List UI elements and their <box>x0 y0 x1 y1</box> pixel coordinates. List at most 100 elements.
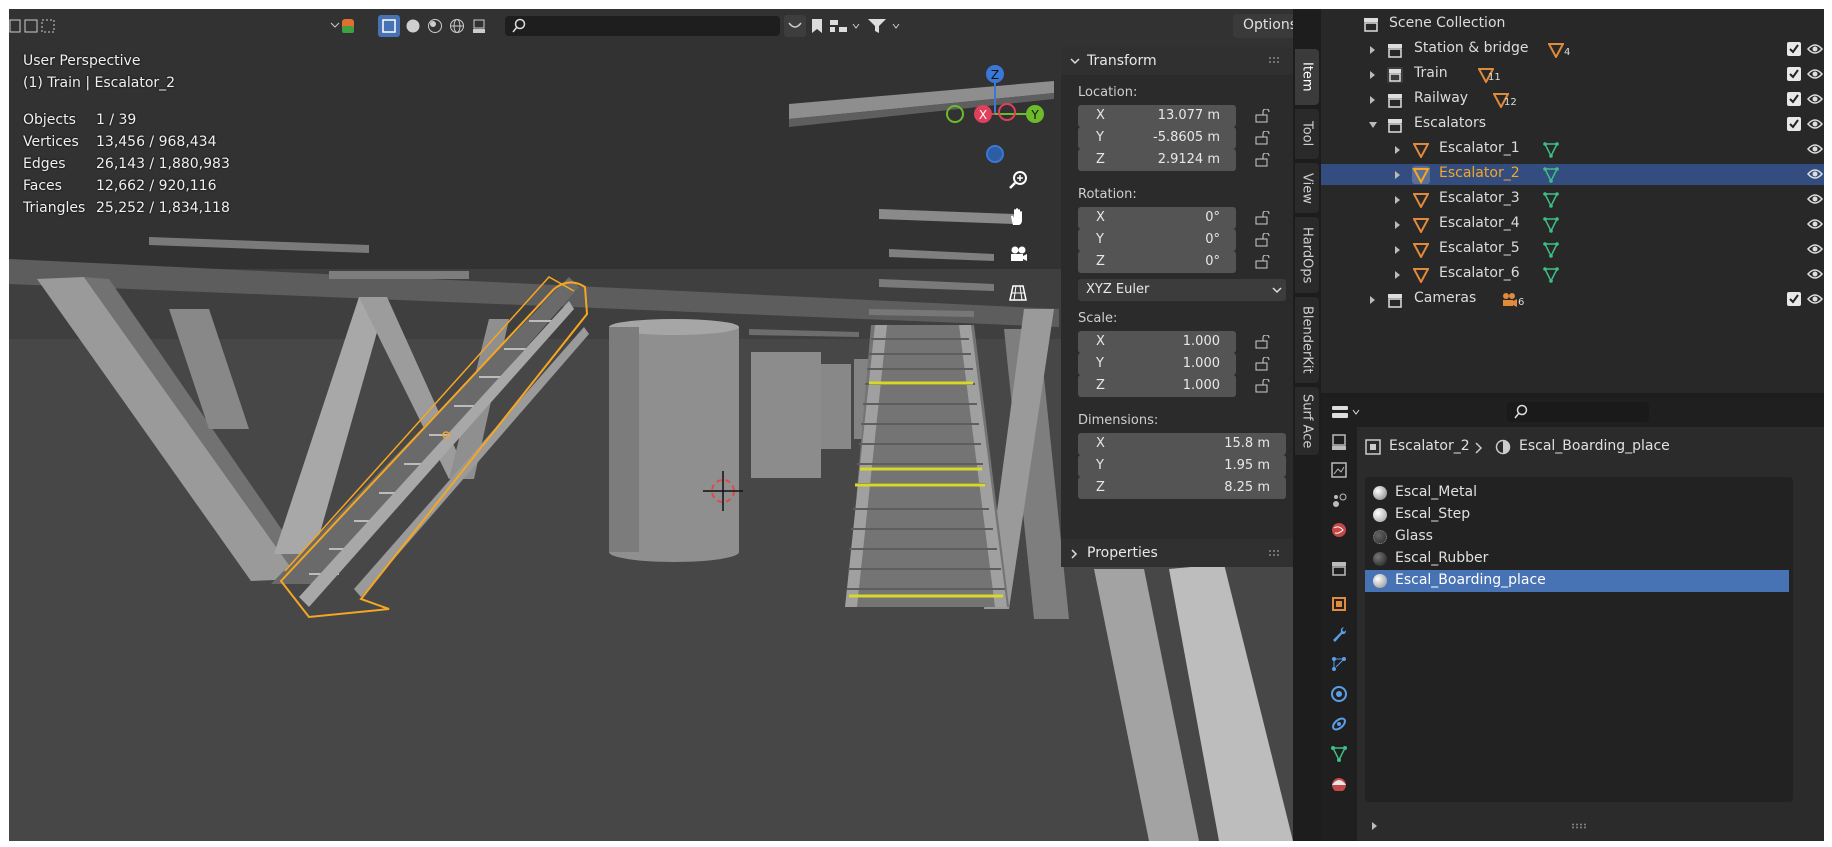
shading-material-icon[interactable] <box>425 15 445 37</box>
expand-arrow-icon[interactable] <box>1371 821 1379 831</box>
filter-toggle-icon[interactable] <box>784 15 806 37</box>
eye-icon[interactable] <box>1807 267 1823 281</box>
eye-icon[interactable] <box>1807 167 1823 181</box>
filter-funnel-icon[interactable] <box>867 15 903 37</box>
editor-type-icon[interactable] <box>1331 404 1361 420</box>
dimensions-y-field[interactable]: Y 1.95 m <box>1078 455 1286 477</box>
select-mode-icons[interactable] <box>9 15 55 37</box>
outliner-row-cameras[interactable]: Cameras 6 <box>1321 289 1824 310</box>
material-slot-item[interactable]: Escal_Step <box>1365 504 1789 526</box>
expand-arrow-icon[interactable] <box>1394 220 1402 230</box>
lock-icon[interactable] <box>1255 211 1271 225</box>
material-slot-item-active[interactable]: Escal_Boarding_place <box>1365 570 1789 592</box>
outliner-row-escalator-1[interactable]: Escalator_1 <box>1321 139 1824 160</box>
tab-view[interactable]: View <box>1295 163 1319 213</box>
outliner-scene-collection[interactable]: Scene Collection <box>1321 14 1824 35</box>
location-y-field[interactable]: Y -5.8605 m <box>1078 127 1236 149</box>
location-x-field[interactable]: X 13.077 m <box>1078 105 1236 127</box>
checkbox-icon[interactable] <box>1787 117 1801 131</box>
expand-arrow-icon[interactable] <box>1369 95 1377 105</box>
camera-view-icon[interactable] <box>1002 240 1034 270</box>
eye-icon[interactable] <box>1807 142 1823 156</box>
pan-hand-icon[interactable] <box>1002 202 1034 232</box>
physics-tab-icon[interactable] <box>1330 685 1348 703</box>
outliner-row-railway[interactable]: Railway 12 <box>1321 89 1824 110</box>
drag-handle-icon[interactable] <box>1268 549 1282 557</box>
scale-x-field[interactable]: X 1.000 <box>1078 331 1236 353</box>
outliner-row-station-bridge[interactable]: Station & bridge 4 <box>1321 39 1824 60</box>
lock-icon[interactable] <box>1255 233 1271 247</box>
outliner-row-train[interactable]: Train 11 <box>1321 64 1824 85</box>
dimensions-z-field[interactable]: Z 8.25 m <box>1078 477 1286 499</box>
output-tab-icon[interactable] <box>1330 461 1348 479</box>
rotation-z-field[interactable]: Z 0° <box>1078 251 1236 273</box>
constraints-tab-icon[interactable] <box>1330 715 1348 733</box>
dimensions-x-field[interactable]: X 15.8 m <box>1078 433 1286 455</box>
hierarchy-dropdown-icon[interactable] <box>829 15 863 37</box>
options-dropdown[interactable]: Options <box>1233 14 1293 38</box>
overlay-tool-icon[interactable] <box>469 15 489 37</box>
lock-icon[interactable] <box>1255 131 1271 145</box>
shading-solid-icon[interactable] <box>403 15 423 37</box>
xray-toggle-icon[interactable] <box>378 15 400 37</box>
mesh-data-tab-icon[interactable] <box>1330 745 1348 763</box>
rotation-x-field[interactable]: X 0° <box>1078 207 1236 229</box>
checkbox-icon[interactable] <box>1787 292 1801 306</box>
outliner-row-escalators[interactable]: Escalators <box>1321 114 1824 135</box>
resize-grip-icon[interactable] <box>1571 823 1587 829</box>
orthographic-grid-icon[interactable] <box>1002 278 1034 308</box>
render-tab-icon[interactable] <box>1330 433 1348 451</box>
shading-rendered-icon[interactable] <box>447 15 467 37</box>
expand-arrow-icon[interactable] <box>1369 295 1377 305</box>
eye-icon[interactable] <box>1807 92 1823 106</box>
material-tab-icon[interactable] <box>1330 773 1348 791</box>
rotation-mode-dropdown[interactable]: XYZ Euler <box>1078 279 1286 301</box>
transform-panel-header[interactable]: Transform <box>1061 47 1293 75</box>
eye-icon[interactable] <box>1807 117 1823 131</box>
drag-handle-icon[interactable] <box>1268 56 1282 64</box>
particles-tab-icon[interactable] <box>1330 655 1348 673</box>
expand-arrow-icon[interactable] <box>1394 270 1402 280</box>
lock-icon[interactable] <box>1255 357 1271 371</box>
modifier-wrench-icon[interactable] <box>1330 625 1348 643</box>
eye-icon[interactable] <box>1807 42 1823 56</box>
navigation-gizmo[interactable]: Z Y X <box>937 54 1047 164</box>
tab-tool[interactable]: Tool <box>1295 109 1319 159</box>
properties-search-input[interactable] <box>1507 402 1649 422</box>
view-layer-tab-icon[interactable] <box>1330 491 1348 509</box>
lock-icon[interactable] <box>1255 255 1271 269</box>
location-z-field[interactable]: Z 2.9124 m <box>1078 149 1236 171</box>
eye-icon[interactable] <box>1807 217 1823 231</box>
outliner-row-escalator-4[interactable]: Escalator_4 <box>1321 214 1824 235</box>
zoom-icon[interactable] <box>1002 165 1034 195</box>
rotation-y-field[interactable]: Y 0° <box>1078 229 1236 251</box>
scale-y-field[interactable]: Y 1.000 <box>1078 353 1236 375</box>
eye-icon[interactable] <box>1807 242 1823 256</box>
viewport-search-field[interactable] <box>505 16 780 36</box>
material-slot-item[interactable]: Escal_Rubber <box>1365 548 1789 570</box>
lock-icon[interactable] <box>1255 153 1271 167</box>
3d-viewport[interactable]: Options User Perspective (1) Train | Esc… <box>9 9 1293 841</box>
expanded-arrow-icon[interactable] <box>1368 121 1378 129</box>
eye-icon[interactable] <box>1807 292 1823 306</box>
properties-panel-header[interactable]: Properties <box>1061 539 1293 567</box>
outliner-row-escalator-3[interactable]: Escalator_3 <box>1321 189 1824 210</box>
bookmark-icon[interactable] <box>808 15 826 37</box>
checkbox-icon[interactable] <box>1787 92 1801 106</box>
tab-blenderkit[interactable]: BlenderKit <box>1295 297 1319 383</box>
outliner-row-escalator-5[interactable]: Escalator_5 <box>1321 239 1824 260</box>
expand-arrow-icon[interactable] <box>1394 195 1402 205</box>
lock-icon[interactable] <box>1255 335 1271 349</box>
lock-icon[interactable] <box>1255 109 1271 123</box>
checkbox-icon[interactable] <box>1787 67 1801 81</box>
tab-hardops[interactable]: HardOps <box>1295 217 1319 293</box>
expand-arrow-icon[interactable] <box>1394 245 1402 255</box>
expand-arrow-icon[interactable] <box>1369 70 1377 80</box>
expand-arrow-icon[interactable] <box>1394 145 1402 155</box>
expand-arrow-icon[interactable] <box>1394 170 1402 180</box>
tab-surf-ace[interactable]: Surf Ace <box>1295 387 1319 455</box>
outliner-row-escalator-2[interactable]: Escalator_2 <box>1321 164 1824 185</box>
outliner-row-escalator-6[interactable]: Escalator_6 <box>1321 264 1824 285</box>
collection-tab-icon[interactable] <box>1330 559 1348 577</box>
checkbox-icon[interactable] <box>1787 42 1801 56</box>
